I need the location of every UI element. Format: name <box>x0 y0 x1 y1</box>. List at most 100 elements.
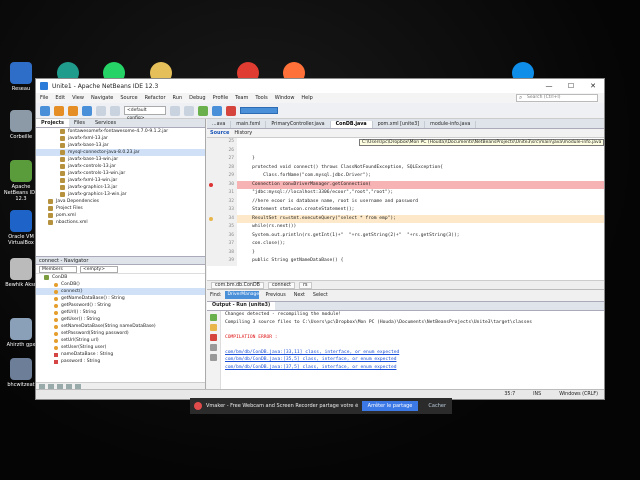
new-project-icon[interactable] <box>54 105 64 116</box>
navigator-item[interactable]: connect() <box>36 288 205 295</box>
tree-item[interactable]: javafx-fxml-13-win.jar <box>36 177 205 184</box>
menu-item[interactable]: Refactor <box>145 95 166 101</box>
tree-item[interactable]: fontawesomefx-fontawesome-4.7.0-9.1.2.ja… <box>36 128 205 135</box>
tree-item-label: nbactions.xml <box>56 220 88 225</box>
tree-item[interactable]: javafx-controls-13.jar <box>36 163 205 170</box>
editor-tab[interactable]: ...ava <box>207 121 232 128</box>
profile-icon[interactable] <box>226 105 236 116</box>
tree-item[interactable]: nbactions.xml <box>36 219 205 226</box>
output-tab[interactable]: Output - Run (unite3) <box>207 302 276 310</box>
menu-item[interactable]: Navigate <box>91 95 113 101</box>
rerun-icon[interactable] <box>210 314 217 321</box>
navigator-item[interactable]: setPassword(String password) <box>36 330 205 337</box>
menu-item[interactable]: View <box>72 95 84 101</box>
find-next-button[interactable]: Next <box>292 293 307 298</box>
config-select[interactable]: <default config> <box>124 106 166 121</box>
find-input[interactable]: DriverManager <box>225 291 261 299</box>
tab-files[interactable]: Files <box>69 119 90 127</box>
menu-item[interactable]: Source <box>120 95 137 101</box>
navigator-item[interactable]: nameDataBase : String <box>36 351 205 358</box>
breadcrumb-item[interactable]: rs <box>299 281 312 289</box>
tree-item[interactable]: javafx-controls-13-win.jar <box>36 170 205 177</box>
navigator-item[interactable]: setNameDataBase(String nameDataBase) <box>36 323 205 330</box>
menu-item[interactable]: Team <box>235 95 248 101</box>
navigator-item-label: getPassword() : String <box>61 303 111 308</box>
settings-icon[interactable] <box>210 344 217 351</box>
minimize-button[interactable]: — <box>538 82 560 90</box>
menu-item[interactable]: Run <box>173 95 183 101</box>
build-icon[interactable] <box>170 105 180 116</box>
breadcrumb-item[interactable]: connect <box>267 281 296 289</box>
stop-icon[interactable] <box>210 334 217 341</box>
navigator-item[interactable]: ConDB <box>36 274 205 281</box>
output-line[interactable]: com/bm/db/ConDB.java:[33,11] class, inte… <box>225 349 604 357</box>
tree-item[interactable]: Project Files <box>36 205 205 212</box>
find-previous-button[interactable]: Previous <box>263 293 287 298</box>
rerun-goals-icon[interactable] <box>210 324 217 331</box>
maximize-button[interactable]: ☐ <box>560 82 582 90</box>
tab-services[interactable]: Services <box>90 119 121 127</box>
members-select[interactable]: Members <box>39 265 77 273</box>
menu-item[interactable]: Debug <box>189 95 205 101</box>
navigator-item[interactable]: getPassword() : String <box>36 302 205 309</box>
undo-icon[interactable] <box>96 105 106 116</box>
find-bar: Find: DriverManager Previous Next Select <box>207 289 604 300</box>
desktop-icon-label: Reseau <box>11 86 31 92</box>
tab-projects[interactable]: Projects <box>36 119 70 127</box>
navigator-item[interactable]: getUser() : String <box>36 316 205 323</box>
line-number: 31 <box>207 189 237 198</box>
code-line: 34 ResultSet rs=stmt.executeQuery("selec… <box>207 214 604 223</box>
menu-item[interactable]: Profile <box>213 95 229 101</box>
editor-source-tab[interactable]: Source <box>210 130 229 136</box>
navigator-item[interactable]: setUrl(String url) <box>36 337 205 344</box>
tree-item[interactable]: mysql-connector-java-8.0.23.jar <box>36 149 205 156</box>
output-line[interactable]: com/bm/db/ConDB.java:[37,5] class, inter… <box>225 364 604 372</box>
tree-item-label: Java Dependencies <box>56 199 99 204</box>
code-editor[interactable]: 25 26 27 } 28 protected void connect() thro… <box>207 138 604 289</box>
memory-indicator[interactable] <box>240 107 278 114</box>
menu-item[interactable]: Help <box>301 95 312 101</box>
navigator-item[interactable]: ConDB() <box>36 281 205 288</box>
stop-sharing-button[interactable]: Arrêter le partage <box>361 401 419 411</box>
editor-tab[interactable]: module-info.java <box>425 121 477 128</box>
editor-history-tab[interactable]: History <box>234 130 252 136</box>
navigator-item[interactable]: getUrl() : String <box>36 309 205 316</box>
output-actions <box>207 311 221 392</box>
navigator-item[interactable]: getNameDataBase() : String <box>36 295 205 302</box>
menu-item[interactable]: File <box>40 95 48 101</box>
warning-icon[interactable] <box>210 354 217 361</box>
tree-item-label: Project Files <box>56 206 83 211</box>
editor-tab[interactable]: main.fxml <box>231 121 267 128</box>
open-project-icon[interactable] <box>68 105 78 116</box>
tree-item[interactable]: Java Dependencies <box>36 198 205 205</box>
output-line[interactable]: com/bm/db/ConDB.java:[35,5] class, inter… <box>225 356 604 364</box>
tree-item[interactable]: javafx-base-13.jar <box>36 142 205 149</box>
menu-item[interactable]: Tools <box>255 95 267 101</box>
save-all-icon[interactable] <box>82 105 92 116</box>
debug-icon[interactable] <box>212 105 222 116</box>
tree-item[interactable]: javafx-graphics-13-win.jar <box>36 191 205 198</box>
tree-item[interactable]: javafx-graphics-13.jar <box>36 184 205 191</box>
run-icon[interactable] <box>198 105 208 116</box>
tree-item[interactable]: javafx-fxml-13.jar <box>36 135 205 142</box>
editor-tab[interactable]: pom.xml [unite3] <box>373 121 426 128</box>
hide-button[interactable]: Cacher <box>422 403 452 409</box>
editor-tab[interactable]: ConDB.java <box>330 121 373 128</box>
tree-item-label: javafx-controls-13-win.jar <box>68 171 126 176</box>
new-file-icon[interactable] <box>40 105 50 116</box>
tree-item[interactable]: javafx-base-13-win.jar <box>36 156 205 163</box>
redo-icon[interactable] <box>110 105 120 116</box>
navigator-item[interactable]: password : String <box>36 358 205 365</box>
empty-select[interactable]: <empty> <box>80 265 118 273</box>
tree-item[interactable]: pom.xml <box>36 212 205 219</box>
clean-build-icon[interactable] <box>184 105 194 116</box>
menu-item[interactable]: Edit <box>55 95 65 101</box>
close-button[interactable]: ✕ <box>582 82 604 90</box>
navigator-item[interactable]: setUser(String user) <box>36 344 205 351</box>
find-select-button[interactable]: Select <box>311 293 330 298</box>
breadcrumb-item[interactable]: com.bm.db.ConDB <box>211 281 264 289</box>
menu-item[interactable]: Window <box>275 95 295 101</box>
search-input[interactable]: Search (Ctrl+I) <box>516 94 598 102</box>
editor-tab[interactable]: PrimaryController.java <box>266 121 331 128</box>
